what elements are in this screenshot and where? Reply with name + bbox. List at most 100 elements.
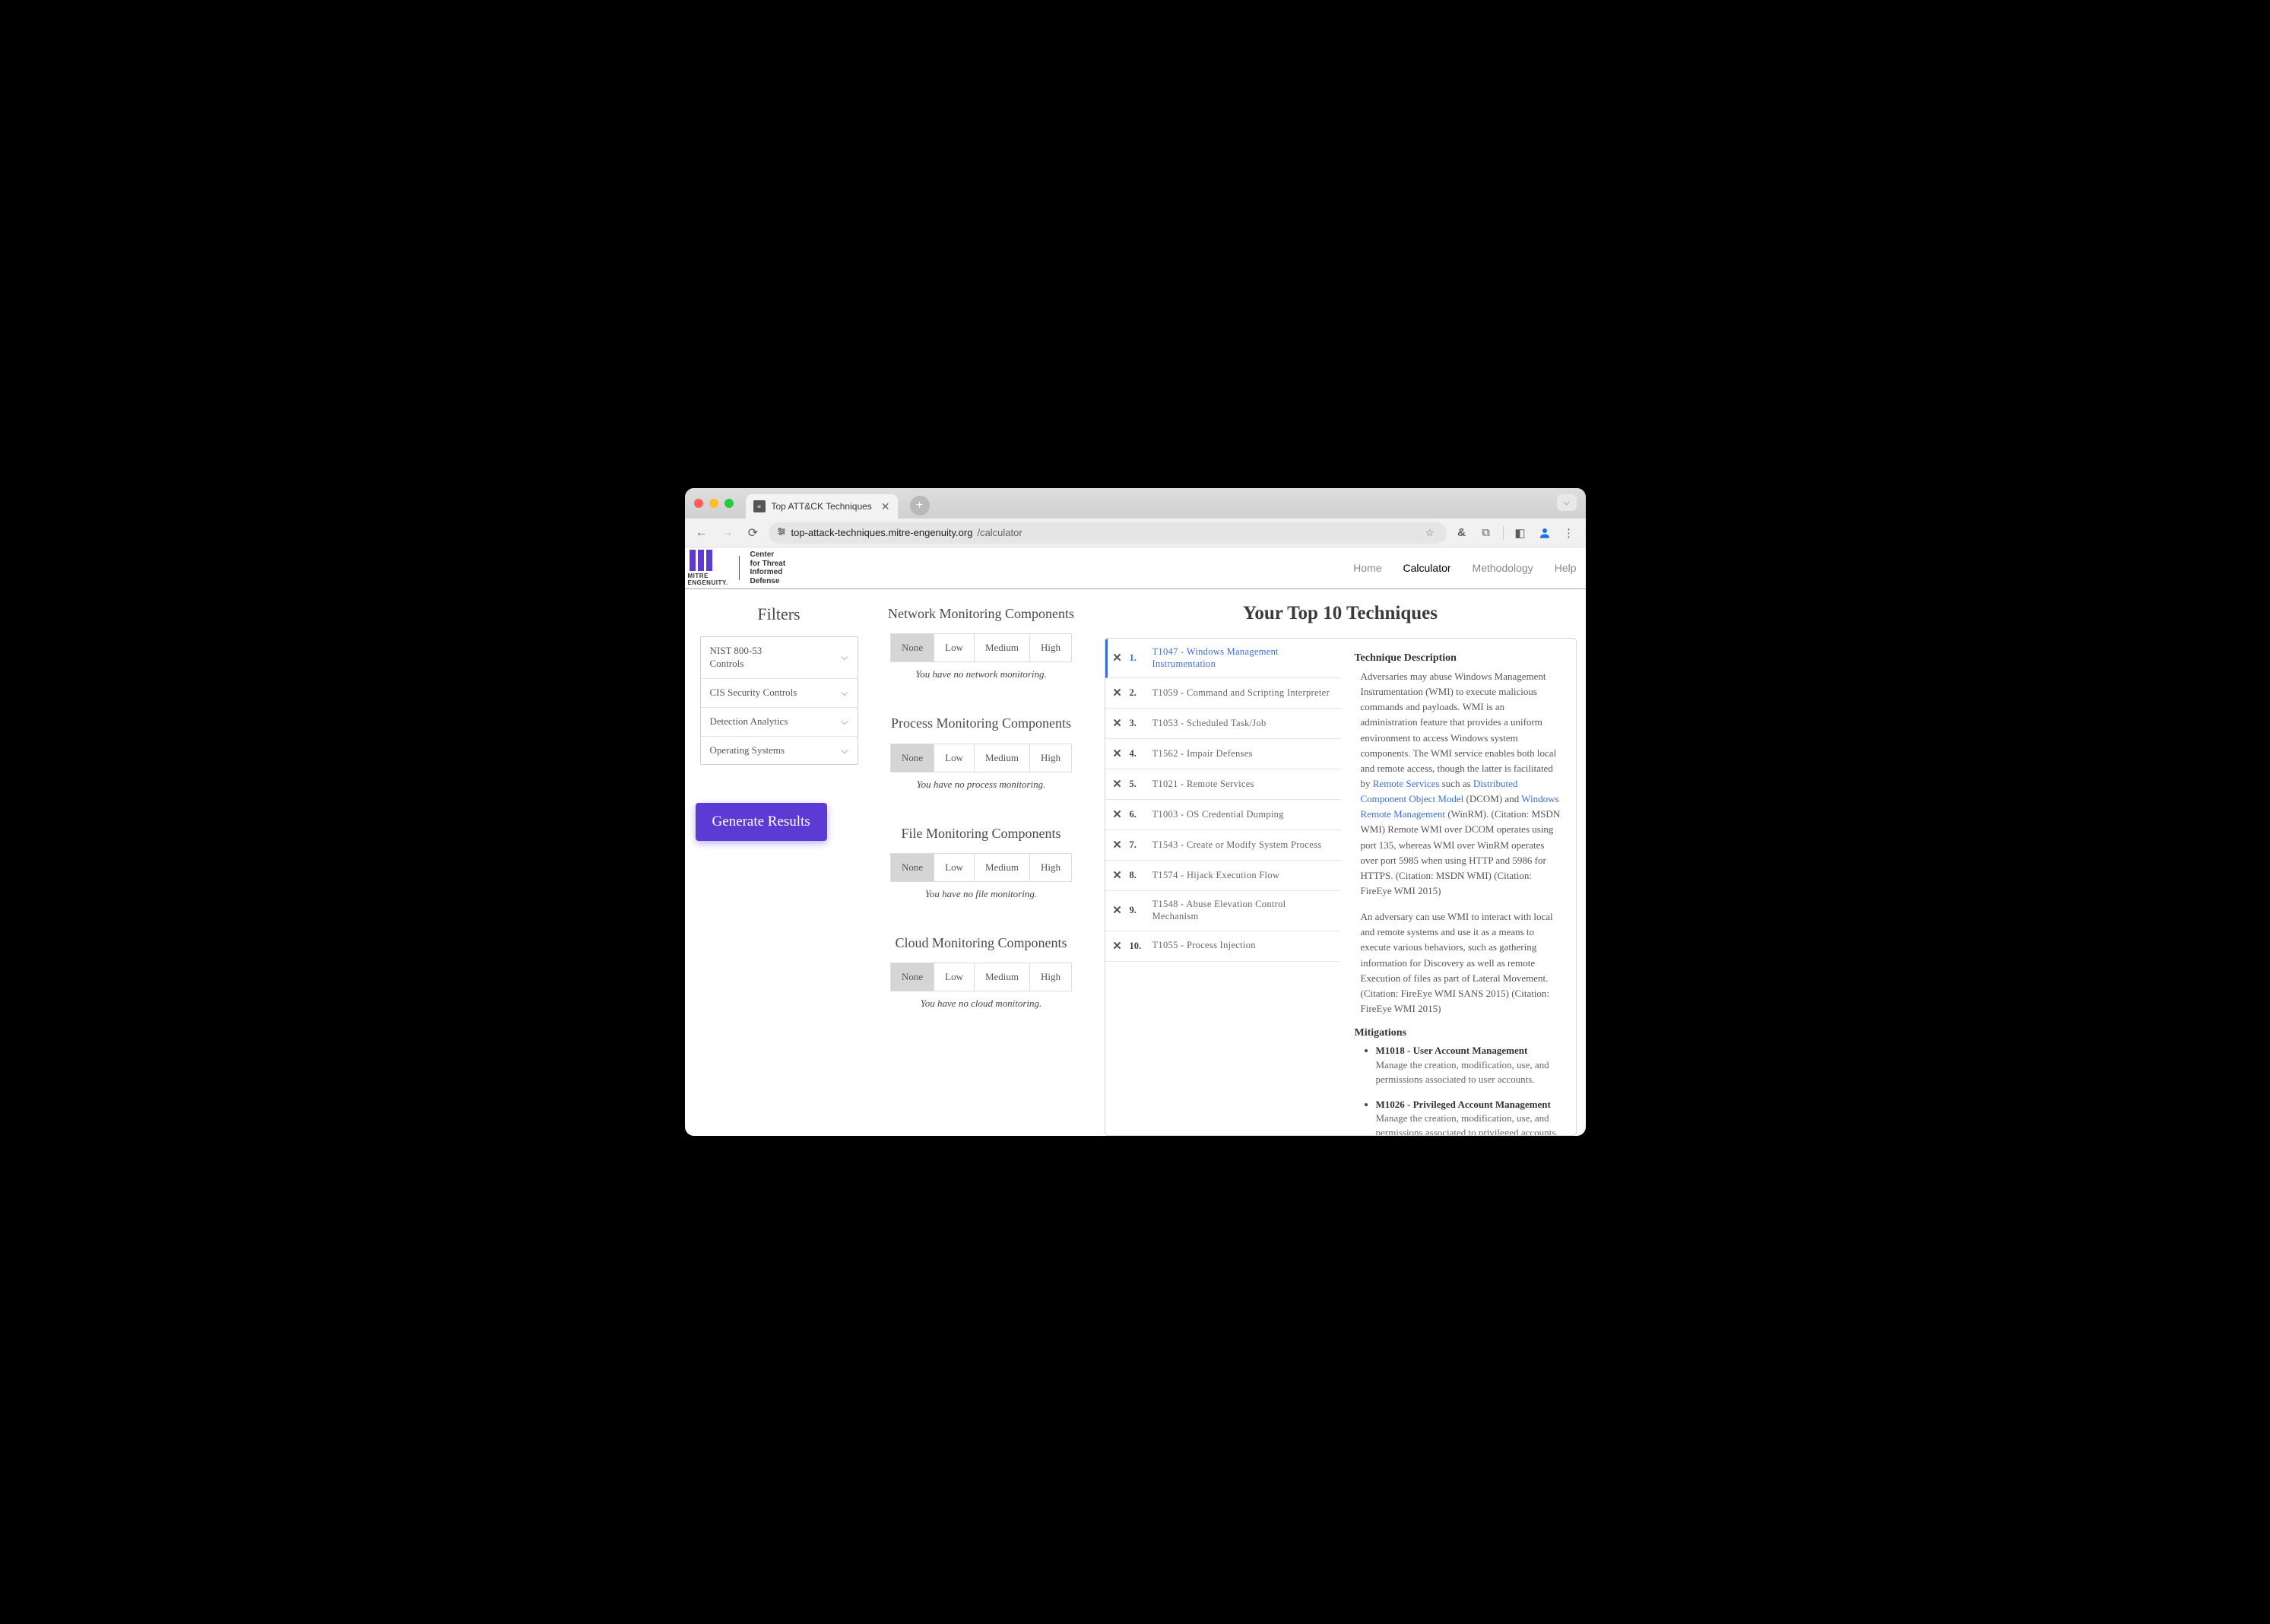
tabs-dropdown-icon[interactable]: ⌵ xyxy=(1557,494,1577,511)
content: Filters NIST 800-53 Controls ⌵ CIS Secur… xyxy=(685,589,1586,1136)
site-tune-icon[interactable] xyxy=(776,526,787,539)
level-button-low[interactable]: Low xyxy=(934,963,975,991)
url-path: /calculator xyxy=(977,527,1022,538)
filter-cis[interactable]: CIS Security Controls ⌵ xyxy=(701,679,858,708)
mitigation-body: Manage the creation, modification, use, … xyxy=(1376,1112,1558,1135)
technique-row[interactable]: ✕ 2. T1059 - Command and Scripting Interpr… xyxy=(1105,678,1341,709)
new-tab-button[interactable]: + xyxy=(910,496,930,515)
logo-text-1: MITREENGENUITY. xyxy=(688,573,728,586)
component-title: Process Monitoring Components xyxy=(875,714,1088,732)
menu-dots-icon[interactable]: ⋮ xyxy=(1558,522,1580,544)
nav-calculator[interactable]: Calculator xyxy=(1403,562,1451,574)
technique-row[interactable]: ✕5.T1021 - Remote Services xyxy=(1105,769,1341,800)
filter-accordion: NIST 800-53 Controls ⌵ CIS Security Cont… xyxy=(700,636,858,765)
remove-technique-icon[interactable]: ✕ xyxy=(1111,686,1124,700)
component-caption: You have no network monitoring. xyxy=(875,668,1088,680)
side-panel-icon[interactable]: ◧ xyxy=(1510,522,1531,544)
level-button-none[interactable]: None xyxy=(891,744,934,772)
extensions-icon[interactable]: ⧉ xyxy=(1476,522,1497,544)
level-button-none[interactable]: None xyxy=(891,634,934,661)
level-button-low[interactable]: Low xyxy=(934,854,975,881)
filters-column: Filters NIST 800-53 Controls ⌵ CIS Secur… xyxy=(685,589,867,1136)
remove-technique-icon[interactable]: ✕ xyxy=(1111,939,1124,953)
bookmark-star-icon[interactable]: ☆ xyxy=(1425,527,1435,539)
component-caption: You have no cloud monitoring. xyxy=(875,998,1088,1010)
technique-row[interactable]: ✕1.T1047 - Windows Management Instrument… xyxy=(1105,639,1341,678)
technique-name: T1053 - Scheduled Task/Job xyxy=(1152,718,1335,730)
mitigation-item: M1026 - Privileged Account ManagementMan… xyxy=(1376,1098,1562,1135)
level-button-group: NoneLowMediumHigh xyxy=(890,963,1072,991)
filter-label: Operating Systems xyxy=(710,744,785,757)
level-button-medium[interactable]: Medium xyxy=(975,744,1030,772)
mitre-logo-icon xyxy=(688,550,728,571)
remove-technique-icon[interactable]: ✕ xyxy=(1111,838,1124,852)
chevron-down-icon: ⌵ xyxy=(841,745,848,756)
logo-area[interactable]: MITREENGENUITY. Center for Threat Inform… xyxy=(688,550,786,586)
filter-label: Detection Analytics xyxy=(710,715,788,728)
component-caption: You have no process monitoring. xyxy=(875,779,1088,791)
technique-rank: 3. xyxy=(1130,718,1146,729)
level-button-low[interactable]: Low xyxy=(934,634,975,661)
remove-technique-icon[interactable]: ✕ xyxy=(1111,777,1124,791)
nav-help[interactable]: Help xyxy=(1555,562,1577,574)
technique-name: T1543 - Create or Modify System Process xyxy=(1152,839,1335,852)
remove-technique-icon[interactable]: ✕ xyxy=(1111,868,1124,883)
nav-methodology[interactable]: Methodology xyxy=(1473,562,1533,574)
filter-os[interactable]: Operating Systems ⌵ xyxy=(701,737,858,765)
nav-reload-icon[interactable]: ⟳ xyxy=(743,522,764,544)
remove-technique-icon[interactable]: ✕ xyxy=(1111,903,1124,918)
detail-paragraph-2: An adversary can use WMI to interact wit… xyxy=(1355,909,1562,1017)
level-button-high[interactable]: High xyxy=(1030,744,1071,772)
level-button-high[interactable]: High xyxy=(1030,634,1071,661)
mitigation-head: M1026 - Privileged Account Management xyxy=(1376,1098,1562,1112)
window-close[interactable] xyxy=(694,499,703,508)
technique-name: T1055 - Process Injection xyxy=(1152,940,1335,952)
profile-avatar-icon[interactable] xyxy=(1534,522,1555,544)
nav-forward-icon[interactable]: → xyxy=(717,522,738,544)
component-section: Network Monitoring ComponentsNoneLowMedi… xyxy=(875,604,1088,680)
level-button-high[interactable]: High xyxy=(1030,963,1071,991)
level-button-group: NoneLowMediumHigh xyxy=(890,853,1072,882)
tab-close-icon[interactable]: ✕ xyxy=(881,500,890,513)
generate-results-button[interactable]: Generate Results xyxy=(696,803,827,841)
level-button-medium[interactable]: Medium xyxy=(975,854,1030,881)
filter-detection[interactable]: Detection Analytics ⌵ xyxy=(701,708,858,737)
remove-technique-icon[interactable]: ✕ xyxy=(1111,716,1124,731)
nav-back-icon[interactable]: ← xyxy=(691,522,712,544)
mitigation-item: M1018 - User Account ManagementManage th… xyxy=(1376,1044,1562,1087)
nav-links: Home Calculator Methodology Help xyxy=(1353,562,1576,574)
level-button-none[interactable]: None xyxy=(891,854,934,881)
browser-tab[interactable]: ≡ Top ATT&CK Techniques ✕ xyxy=(746,494,898,519)
window-minimize[interactable] xyxy=(709,499,718,508)
traffic-lights xyxy=(694,499,734,508)
remove-technique-icon[interactable]: ✕ xyxy=(1111,747,1124,761)
technique-name: T1059 - Command and Scripting Interprete… xyxy=(1152,687,1335,699)
remove-technique-icon[interactable]: ✕ xyxy=(1111,807,1124,822)
window-maximize[interactable] xyxy=(724,499,734,508)
technique-rank: 5. xyxy=(1130,779,1146,790)
technique-row[interactable]: ✕4.T1562 - Impair Defenses xyxy=(1105,739,1341,769)
level-button-high[interactable]: High xyxy=(1030,854,1071,881)
tab-favicon: ≡ xyxy=(753,500,766,512)
technique-rank: 1. xyxy=(1130,652,1146,664)
level-button-medium[interactable]: Medium xyxy=(975,634,1030,661)
address-bar[interactable]: top-attack-techniques.mitre-engenuity.or… xyxy=(769,522,1447,544)
level-button-low[interactable]: Low xyxy=(934,744,975,772)
technique-row[interactable]: ✕10.T1055 - Process Injection xyxy=(1105,931,1341,962)
remove-technique-icon[interactable]: ✕ xyxy=(1111,651,1124,665)
level-button-medium[interactable]: Medium xyxy=(975,963,1030,991)
nav-home[interactable]: Home xyxy=(1353,562,1381,574)
technique-rank: 2. xyxy=(1130,687,1146,699)
filter-label: CIS Security Controls xyxy=(710,687,797,699)
level-button-none[interactable]: None xyxy=(891,963,934,991)
link-remote-services[interactable]: Remote Services xyxy=(1373,778,1440,789)
technique-row[interactable]: ✕8.T1574 - Hijack Execution Flow xyxy=(1105,861,1341,891)
mitigation-head: M1018 - User Account Management xyxy=(1376,1044,1562,1058)
filter-nist[interactable]: NIST 800-53 Controls ⌵ xyxy=(701,637,858,679)
technique-row[interactable]: ✕ 3. T1053 - Scheduled Task/Job xyxy=(1105,709,1341,739)
extension-amp-icon[interactable]: & xyxy=(1451,522,1473,544)
technique-row[interactable]: ✕9.T1548 - Abuse Elevation Control Mecha… xyxy=(1105,891,1341,931)
technique-row[interactable]: ✕6.T1003 - OS Credential Dumping xyxy=(1105,800,1341,830)
component-section: Process Monitoring Components NoneLowMedi… xyxy=(875,714,1088,790)
technique-row[interactable]: ✕7.T1543 - Create or Modify System Proce… xyxy=(1105,830,1341,861)
